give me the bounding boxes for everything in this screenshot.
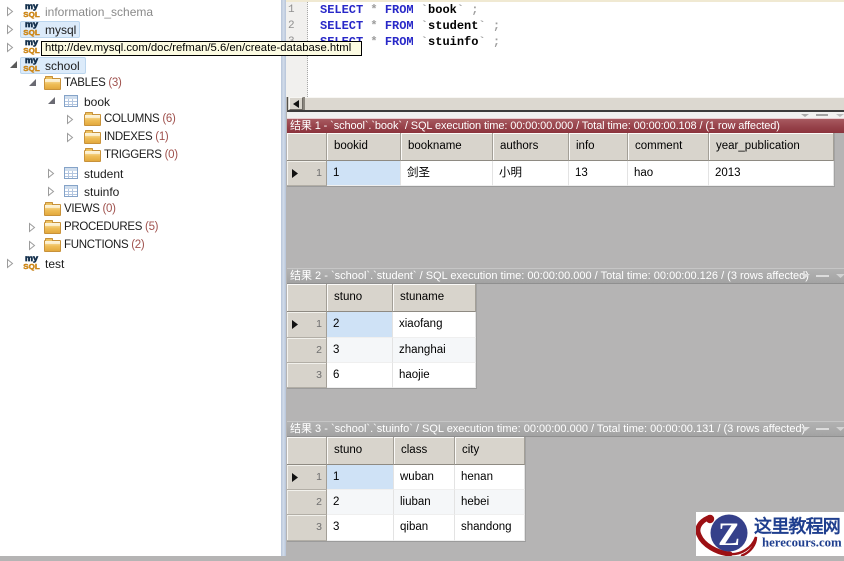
svg-text:Z: Z <box>718 517 740 553</box>
svg-text:herecours.com: herecours.com <box>762 536 842 550</box>
svg-text:这里教程网: 这里教程网 <box>754 516 840 537</box>
